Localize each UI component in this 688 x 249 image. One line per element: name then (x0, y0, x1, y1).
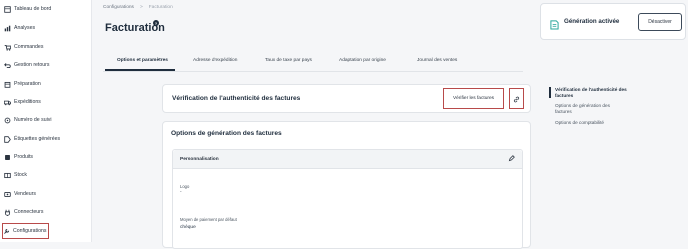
sidebar: Tableau de bord Analyses Commandes Gesti… (0, 0, 92, 242)
right-nav-generation-options[interactable]: Options de génération des factures (555, 103, 627, 114)
personalisation-label: Personnalisation (180, 157, 219, 162)
sidebar-item-configurations[interactable]: Configurations (2, 223, 49, 239)
sidebar-item-preparation[interactable]: Préparation (4, 77, 88, 91)
label-icon (4, 135, 11, 143)
generation-status-label: Génération activée (564, 18, 620, 25)
sidebar-item-connecteurs[interactable]: Connecteurs (4, 205, 88, 219)
sidebar-item-label: Vendeurs (14, 191, 36, 197)
link-icon (513, 90, 520, 108)
generation-options-title: Options de génération des factures (171, 130, 282, 137)
verification-title: Vérification de l'authenticité des factu… (172, 95, 301, 102)
sidebar-item-stock[interactable]: Stock (4, 168, 88, 182)
edit-icon[interactable] (508, 155, 515, 162)
tab-taux-taxe[interactable]: Taux de taxe par pays (265, 58, 312, 63)
tab-adaptation-origine[interactable]: Adaptation par origine (339, 58, 386, 63)
payment-method-label: Moyen de paiement par défaut (180, 217, 237, 222)
sidebar-item-label: Numéro de suivi (14, 117, 52, 123)
help-icon[interactable]: ? (153, 20, 159, 26)
logo-value: - (180, 190, 182, 195)
sidebar-item-label: Produits (14, 154, 34, 160)
sidebar-item-dashboard[interactable]: Tableau de bord (4, 2, 88, 16)
breadcrumb-current: Facturation (148, 5, 173, 10)
breadcrumb: Configurations > Facturation (103, 5, 173, 10)
deactivate-button[interactable]: Désactiver (638, 13, 682, 31)
personalisation-panel: Personnalisation Logo - Moyen de paiemen… (172, 149, 523, 249)
sidebar-item-label: Tableau de bord (14, 6, 52, 12)
chevron-right-icon: > (139, 5, 143, 10)
sidebar-item-label: Commandes (14, 44, 44, 50)
sidebar-item-label: Analyses (14, 25, 36, 31)
sidebar-item-label: Stock (14, 172, 27, 178)
chart-icon (4, 25, 11, 32)
right-nav-comptabilite[interactable]: Options de comptabilité (555, 120, 627, 126)
right-nav-verification[interactable]: Vérification de l'authenticité des factu… (555, 87, 627, 98)
stock-icon (4, 172, 11, 179)
generation-status-card: Génération activée Désactiver (540, 3, 686, 40)
sidebar-item-numero-suivi[interactable]: Numéro de suivi (4, 113, 88, 127)
plug-icon (4, 209, 11, 216)
sidebar-item-label: Gestion retours (14, 62, 50, 68)
verify-invoices-button[interactable]: Vérifier les factures (443, 88, 504, 109)
payment-method-value: chèque (180, 225, 196, 230)
sidebar-item-label: Configurations (13, 228, 47, 234)
personalisation-header: Personnalisation (173, 150, 522, 169)
sidebar-item-commandes[interactable]: Commandes (4, 40, 88, 54)
sidebar-item-label: Étiquettes générées (14, 136, 61, 142)
sidebar-item-label: Connecteurs (14, 209, 44, 215)
dashboard-icon (4, 5, 11, 13)
sidebar-item-label: Expéditions (14, 99, 41, 105)
active-tab-indicator (105, 69, 175, 71)
breadcrumb-configurations[interactable]: Configurations (103, 5, 134, 10)
product-icon (4, 154, 11, 161)
tab-journal-ventes[interactable]: Journal des ventes (417, 58, 457, 63)
truck-icon (4, 99, 11, 106)
sidebar-item-gestion-retours[interactable]: Gestion retours (4, 58, 88, 72)
logo-label: Logo (180, 184, 190, 189)
sidebar-item-label: Préparation (14, 81, 41, 87)
seller-icon (4, 191, 11, 198)
box-icon (4, 81, 11, 88)
tab-adresse-expedition[interactable]: Adresse d'expédition (193, 58, 237, 63)
cart-icon (4, 44, 11, 51)
sidebar-item-expeditions[interactable]: Expéditions (4, 95, 88, 109)
sidebar-item-analyses[interactable]: Analyses (4, 21, 88, 35)
sidebar-item-produits[interactable]: Produits (4, 150, 88, 164)
settings-icon (3, 228, 10, 235)
invoice-icon (550, 17, 559, 30)
sidebar-item-etiquettes[interactable]: Étiquettes générées (4, 132, 88, 146)
tracking-icon (4, 117, 11, 124)
verification-card: Vérification de l'authenticité des factu… (162, 84, 531, 113)
sidebar-item-vendeurs[interactable]: Vendeurs (4, 187, 88, 201)
right-nav-active-indicator (549, 87, 551, 98)
link-button[interactable] (509, 88, 524, 109)
return-icon (4, 62, 11, 69)
generation-options-card: Options de génération des factures Perso… (162, 121, 531, 249)
tab-options-parametres[interactable]: Options et paramètres (117, 58, 168, 63)
